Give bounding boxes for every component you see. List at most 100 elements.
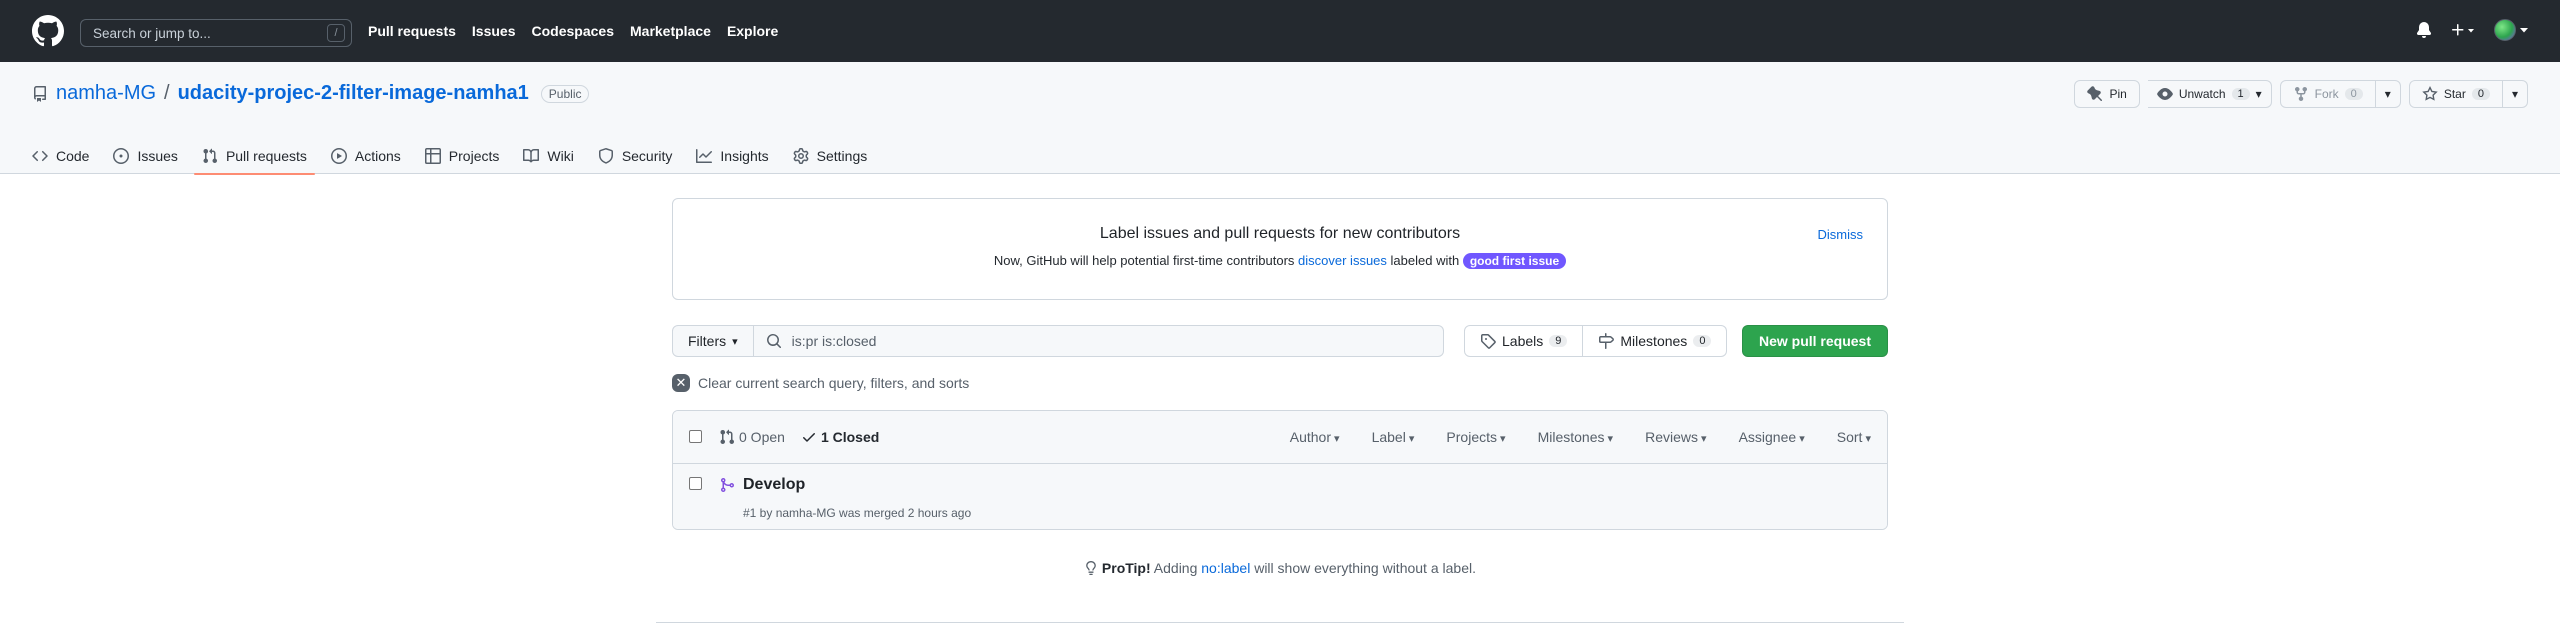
filters-group: Filters ▾ is:pr is:closed (672, 325, 1444, 357)
nav-pull-requests[interactable]: Pull requests (368, 23, 456, 39)
clear-filters-link[interactable]: ✕ Clear current search query, filters, a… (672, 374, 969, 392)
top-nav: Pull requests Issues Codespaces Marketpl… (368, 23, 778, 39)
filter-search-input[interactable]: is:pr is:closed (753, 325, 1444, 357)
tab-issues[interactable]: Issues (105, 138, 185, 174)
pr-title-link[interactable]: Develop (743, 476, 805, 494)
bell-icon[interactable] (2416, 22, 2432, 38)
tab-wiki[interactable]: Wiki (515, 138, 581, 174)
nav-marketplace[interactable]: Marketplace (630, 23, 711, 39)
table-icon (424, 148, 441, 164)
nav-codespaces[interactable]: Codespaces (532, 23, 614, 39)
chevron-down-icon: ▾ (2384, 87, 2391, 101)
good-first-issue-label[interactable]: good first issue (1462, 253, 1567, 269)
star-dropdown-button[interactable]: ▾ (2502, 80, 2528, 108)
chevron-down-icon: ▾ (2511, 87, 2518, 101)
protip-after: will show everything without a label. (1254, 560, 1476, 576)
tab-projects-label: Projects (448, 148, 500, 164)
fork-group: Fork 0 ▾ (2279, 80, 2401, 108)
milestones-label: Milestones (1620, 333, 1688, 349)
search-input[interactable]: Search or jump to... / (80, 19, 352, 47)
tab-actions-label: Actions (354, 148, 401, 164)
star-count: 0 (2471, 88, 2490, 100)
author-dropdown[interactable]: Author (1290, 429, 1340, 445)
pr-meta: #1 by namha-MG was merged 2 hours ago (743, 506, 972, 520)
tab-insights[interactable]: Insights (688, 138, 776, 174)
play-icon (330, 148, 347, 164)
tab-code-label: Code (56, 148, 90, 164)
repo-title: namha-MG / udacity-projec-2-filter-image… (32, 82, 590, 105)
global-header: Search or jump to... / Pull requests Iss… (0, 0, 2560, 62)
open-filter[interactable]: 0 Open (719, 429, 785, 445)
repo-name-link[interactable]: udacity-projec-2-filter-image-namha1 (178, 82, 529, 105)
open-count: 0 Open (739, 429, 785, 445)
repo-owner-link[interactable]: namha-MG (56, 82, 156, 105)
assignee-dropdown[interactable]: Assignee (1739, 429, 1805, 445)
unwatch-button[interactable]: Unwatch 1 ▾ (2147, 80, 2272, 108)
banner-text-before: Now, GitHub will help potential first-ti… (993, 253, 1295, 268)
filters-button[interactable]: Filters ▾ (672, 325, 754, 357)
tab-security[interactable]: Security (590, 138, 681, 174)
tab-pull-requests[interactable]: Pull requests (193, 138, 315, 175)
row-checkbox[interactable] (689, 477, 702, 490)
state-toggle: 0 Open 1 Closed (719, 429, 879, 445)
list-header: 0 Open 1 Closed Author Label Projects Mi… (673, 411, 1887, 464)
list-item[interactable]: Develop #1 by namha-MG was merged 2 hour… (673, 464, 1887, 529)
user-menu[interactable] (2494, 19, 2528, 41)
chevron-down-icon: ▾ (732, 335, 738, 348)
check-icon (802, 433, 815, 442)
main-content: Label issues and pull requests for new c… (672, 198, 1888, 576)
book-icon (523, 148, 540, 163)
star-button[interactable]: Star 0 (2408, 80, 2503, 108)
fork-button[interactable]: Fork 0 (2279, 80, 2376, 108)
labels-count: 9 (1549, 335, 1568, 347)
pin-button[interactable]: Pin (2074, 80, 2140, 108)
watch-group: Unwatch 1 ▾ (2147, 80, 2272, 108)
pull-request-icon (203, 148, 217, 164)
protip: ProTip! Adding no:label will show everyt… (672, 560, 1888, 576)
tab-actions[interactable]: Actions (323, 138, 409, 174)
banner-title: Label issues and pull requests for new c… (1099, 225, 1461, 242)
pull-request-list: 0 Open 1 Closed Author Label Projects Mi… (672, 410, 1888, 530)
repo-separator: / (164, 82, 170, 104)
new-contributors-banner: Label issues and pull requests for new c… (672, 198, 1888, 300)
banner-text-after: labeled with (1390, 253, 1460, 268)
discover-issues-link[interactable]: discover issues (1298, 253, 1387, 268)
tag-icon (1481, 334, 1496, 349)
closed-filter[interactable]: 1 Closed (801, 429, 879, 445)
tab-code[interactable]: Code (24, 138, 97, 174)
labels-button[interactable]: Labels 9 (1464, 325, 1584, 357)
select-all-checkbox[interactable] (689, 430, 702, 443)
projects-dropdown[interactable]: Projects (1446, 429, 1505, 445)
fork-count: 0 (2344, 88, 2363, 100)
reviews-dropdown[interactable]: Reviews (1645, 429, 1706, 445)
repo-tabs: Code Issues Pull requests Actions Projec… (24, 138, 883, 175)
nav-explore[interactable]: Explore (727, 23, 778, 39)
no-label-link[interactable]: no:label (1201, 560, 1250, 576)
tab-settings-label: Settings (816, 148, 868, 164)
fork-dropdown-button[interactable]: ▾ (2375, 80, 2401, 108)
sort-dropdown[interactable]: Sort (1837, 429, 1871, 445)
star-label: Star (2443, 87, 2466, 101)
plus-dropdown-icon[interactable] (2450, 22, 2476, 38)
dismiss-button[interactable]: Dismiss (1818, 227, 1864, 242)
milestones-dropdown[interactable]: Milestones (1538, 429, 1614, 445)
github-logo-icon[interactable] (32, 15, 64, 47)
tab-settings[interactable]: Settings (785, 138, 876, 174)
header-right (2416, 19, 2528, 41)
milestone-icon (1599, 333, 1615, 349)
nav-issues[interactable]: Issues (472, 23, 516, 39)
fork-label: Fork (2314, 87, 2339, 101)
label-dropdown[interactable]: Label (1372, 429, 1415, 445)
milestones-button[interactable]: Milestones 0 (1583, 325, 1728, 357)
banner-text: Now, GitHub will help potential first-ti… (673, 253, 1887, 269)
new-pull-request-button[interactable]: New pull request (1741, 325, 1888, 357)
tab-projects[interactable]: Projects (417, 138, 508, 174)
gear-icon (793, 148, 809, 164)
pull-request-icon (720, 429, 735, 445)
closed-count: 1 Closed (820, 429, 880, 445)
tab-wiki-label: Wiki (547, 148, 574, 164)
protip-before: Adding (1153, 560, 1198, 576)
close-icon: ✕ (672, 374, 690, 392)
tab-issues-label: Issues (137, 148, 178, 164)
graph-icon (696, 149, 713, 163)
